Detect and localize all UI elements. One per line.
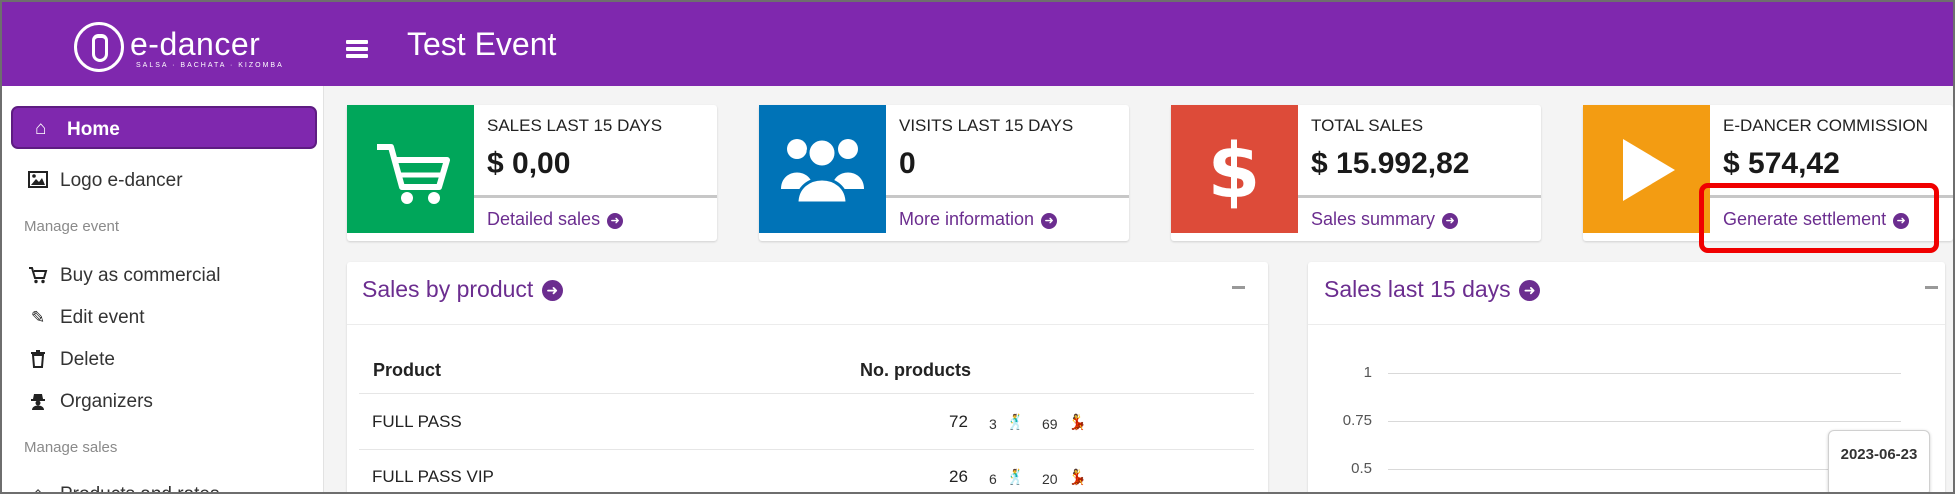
minimize-icon[interactable] — [1232, 286, 1245, 289]
row-divider — [359, 393, 1254, 394]
follower-count: 69 — [1042, 416, 1058, 432]
row-divider — [359, 449, 1254, 450]
app-window: e-dancer SALSA · BACHATA · KIZOMBA Test … — [0, 0, 1955, 494]
info-box-label: TOTAL SALES — [1311, 116, 1424, 135]
sidebar-item-label: Delete — [60, 349, 115, 370]
play-icon — [1583, 105, 1710, 233]
leader-dancer-icon: 🕺 — [1006, 469, 1025, 486]
arrow-circle-right-icon: ➜ — [607, 213, 624, 229]
panel-header-divider — [347, 324, 1268, 325]
product-total: 26 — [949, 467, 968, 486]
info-box-label: E-DANCER COMMISSION — [1723, 116, 1928, 135]
sales-last-15-days-title-link[interactable]: Sales last 15 days ➜ — [1324, 276, 1541, 303]
column-header-product: Product — [373, 360, 442, 380]
info-box-divider — [886, 195, 1129, 198]
cart-plus-icon — [27, 266, 49, 289]
chart-gridline — [1388, 373, 1901, 374]
minimize-icon[interactable] — [1925, 286, 1938, 289]
follower-count: 20 — [1042, 471, 1058, 487]
logo-tagline: SALSA · BACHATA · KIZOMBA — [136, 62, 284, 69]
leader-dancer-icon: 🕺 — [1006, 414, 1025, 431]
e-dancer-logo[interactable]: e-dancer SALSA · BACHATA · KIZOMBA — [74, 22, 294, 78]
tags-icon: ◈ — [27, 485, 49, 492]
red-highlight-box — [1699, 183, 1939, 253]
follower-dancer-icon: 💃 — [1068, 414, 1087, 431]
arrow-circle-right-icon: ➜ — [1519, 280, 1541, 301]
product-name: FULL PASS — [372, 412, 462, 431]
product-name: FULL PASS VIP — [372, 467, 494, 486]
info-box-label: SALES LAST 15 DAYS — [487, 116, 663, 135]
y-tick-label: 0.75 — [1342, 412, 1372, 429]
dollar-icon: $ — [1171, 105, 1298, 233]
shopping-cart-icon — [347, 105, 474, 233]
top-header: e-dancer SALSA · BACHATA · KIZOMBA Test … — [2, 2, 1953, 86]
sidebar-item-label: Buy as commercial — [60, 265, 221, 286]
y-tick-label: 0.5 — [1351, 460, 1372, 477]
sales-by-product-panel: Sales by product ➜ Product No. products … — [347, 262, 1268, 492]
users-icon — [759, 105, 886, 233]
sidebar-item-label: Logo e-dancer — [60, 170, 183, 191]
chart-gridline — [1388, 421, 1901, 422]
logo-name: e-dancer — [130, 26, 261, 62]
user-secret-icon — [27, 392, 49, 415]
leader-count: 3 — [989, 416, 997, 432]
page-title: Test Event — [407, 26, 557, 62]
sidebar-item-label: Organizers — [60, 391, 153, 412]
arrow-circle-right-icon: ➜ — [541, 280, 563, 301]
svg-text:$: $ — [1208, 126, 1261, 215]
info-box-sales: SALES LAST 15 DAYS $ 0,00 Detailed sales… — [347, 105, 717, 241]
y-tick-label: 1 — [1363, 364, 1372, 381]
sales-summary-link[interactable]: Sales summary ➜ — [1311, 209, 1459, 230]
panel-header-divider — [1308, 324, 1945, 325]
leader-count: 6 — [989, 471, 997, 487]
hamburger-menu-icon[interactable] — [346, 40, 368, 58]
chart-tooltip: 2023-06-23 — [1828, 430, 1930, 492]
info-box-label: VISITS LAST 15 DAYS — [899, 116, 1074, 135]
arrow-circle-right-icon: ➜ — [1041, 213, 1058, 229]
sidebar: ⌂ Home Logo e-dancer Manage event Buy as… — [2, 86, 324, 492]
pencil-icon: ✎ — [30, 308, 46, 327]
section-header-manage-sales: Manage sales — [24, 439, 118, 456]
sales-last-15-days-panel: Sales last 15 days ➜ 1 0.75 0.5 2023-06-… — [1308, 262, 1945, 492]
info-box-divider — [474, 195, 717, 198]
sidebar-item-label: Home — [67, 119, 120, 140]
sales-by-product-title-link[interactable]: Sales by product ➜ — [362, 276, 563, 303]
arrow-circle-right-icon: ➜ — [1442, 213, 1459, 229]
info-box-value: $ 0,00 — [487, 147, 571, 180]
home-icon: ⌂ — [35, 118, 47, 139]
sidebar-item-label: Edit event — [60, 307, 145, 328]
info-box-value: 0 — [899, 147, 916, 180]
section-header-manage-event: Manage event — [24, 218, 120, 235]
sidebar-item-label: Products and rates — [60, 484, 219, 492]
info-box-divider — [1298, 195, 1541, 198]
footprint-logo-icon — [74, 22, 124, 72]
follower-dancer-icon: 💃 — [1068, 469, 1087, 486]
info-box-value: $ 15.992,82 — [1311, 147, 1470, 180]
info-box-visits: VISITS LAST 15 DAYS 0 More information ➜ — [759, 105, 1129, 241]
info-box-value: $ 574,42 — [1723, 147, 1840, 180]
product-total: 72 — [949, 412, 968, 431]
chart-gridline — [1388, 469, 1901, 470]
more-information-link[interactable]: More information ➜ — [899, 209, 1058, 230]
sidebar-item-home[interactable]: ⌂ Home — [11, 106, 317, 149]
info-box-total-sales: $ TOTAL SALES $ 15.992,82 Sales summary … — [1171, 105, 1541, 241]
trash-icon — [27, 350, 49, 373]
image-icon — [27, 171, 49, 193]
column-header-no-products: No. products — [860, 360, 971, 380]
detailed-sales-link[interactable]: Detailed sales ➜ — [487, 209, 624, 230]
